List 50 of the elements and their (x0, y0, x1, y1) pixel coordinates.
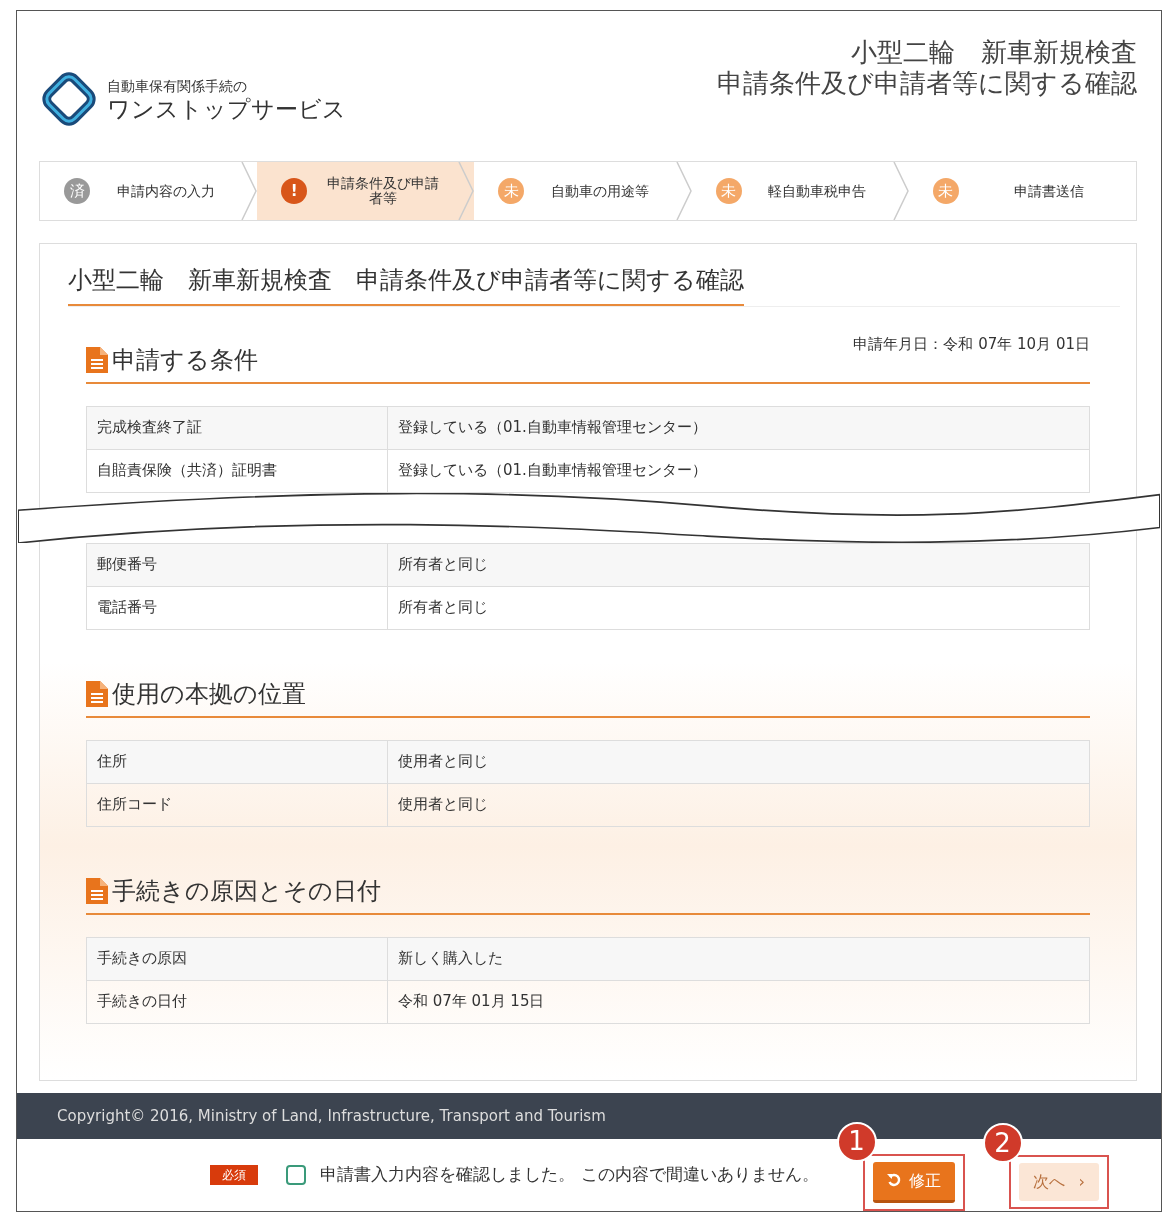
field-value: 使用者と同じ (387, 783, 1090, 826)
field-value: 登録している（01.自動車情報管理センター） (387, 406, 1090, 449)
field-value: 新しく購入した (387, 937, 1090, 980)
field-label: 郵便番号 (86, 543, 388, 586)
field-label: 住所 (86, 740, 388, 783)
step-badge: ! (281, 178, 308, 204)
document-icon (86, 346, 108, 373)
page-title: 小型二輪 新車新規検査 (850, 37, 1137, 69)
field-label: 自賠責保険（共済）証明書 (86, 449, 388, 492)
chevron-icon (458, 162, 475, 220)
field-label: 手続きの日付 (86, 980, 388, 1023)
copyright-text: Copyright© 2016, Ministry of Land, Infrastructure, Transport and Tourism (57, 1107, 606, 1125)
field-value: 使用者と同じ (387, 740, 1090, 783)
logo-title: ワンストップサービス (107, 96, 346, 123)
logo-icon (39, 69, 99, 129)
step-label: 申請書送信 (1013, 183, 1086, 199)
field-value: 所有者と同じ (387, 586, 1090, 629)
step-label: 申請条件及び申請者等 (325, 176, 440, 206)
confirm-checkbox[interactable] (286, 1165, 307, 1185)
required-badge: 必須 (210, 1165, 259, 1185)
document-icon (86, 877, 108, 904)
field-label: 完成検査終了証 (86, 406, 388, 449)
step-badge: 未 (715, 178, 742, 204)
step-badge: 未 (932, 178, 959, 204)
fix-button[interactable]: 修正 (872, 1161, 955, 1203)
step-badge: 済 (64, 178, 90, 204)
field-value: 令和 07年 01月 15日 (387, 980, 1090, 1023)
card-title: 小型二輪 新車新規検査 申請条件及び申請者等に関する確認 (68, 258, 744, 306)
chevron-icon (892, 162, 909, 220)
undo-icon (886, 1172, 901, 1187)
section-title: 使用の本拠の位置 (112, 678, 306, 710)
field-label: 手続きの原因 (86, 937, 388, 980)
field-value: 登録している（01.自動車情報管理センター） (387, 449, 1090, 492)
callout-number: 2 (982, 1123, 1023, 1163)
step-label: 軽自動車税申告 (767, 183, 868, 199)
step-label: 申請内容の入力 (115, 183, 216, 199)
chevron-icon (241, 162, 258, 220)
chevron-icon (675, 162, 692, 220)
field-label: 電話番号 (86, 586, 388, 629)
page-title: 申請条件及び申請者等に関する確認 (717, 68, 1137, 100)
document-icon (86, 680, 108, 707)
step-badge: 未 (498, 178, 525, 204)
section-title: 手続きの原因とその日付 (112, 875, 381, 907)
step-label: 自動車の用途等 (550, 183, 650, 199)
application-date: 申請年月日：令和 07年 10月 01日 (853, 335, 1090, 353)
logo-subtitle: 自動車保有関係手続の (107, 76, 248, 96)
confirm-text: 申請書入力内容を確認しました。 この内容で間違いありません。 (320, 1163, 819, 1187)
section-title: 申請する条件 (112, 344, 258, 376)
field-label: 住所コード (86, 783, 388, 826)
field-value: 所有者と同じ (387, 543, 1090, 586)
